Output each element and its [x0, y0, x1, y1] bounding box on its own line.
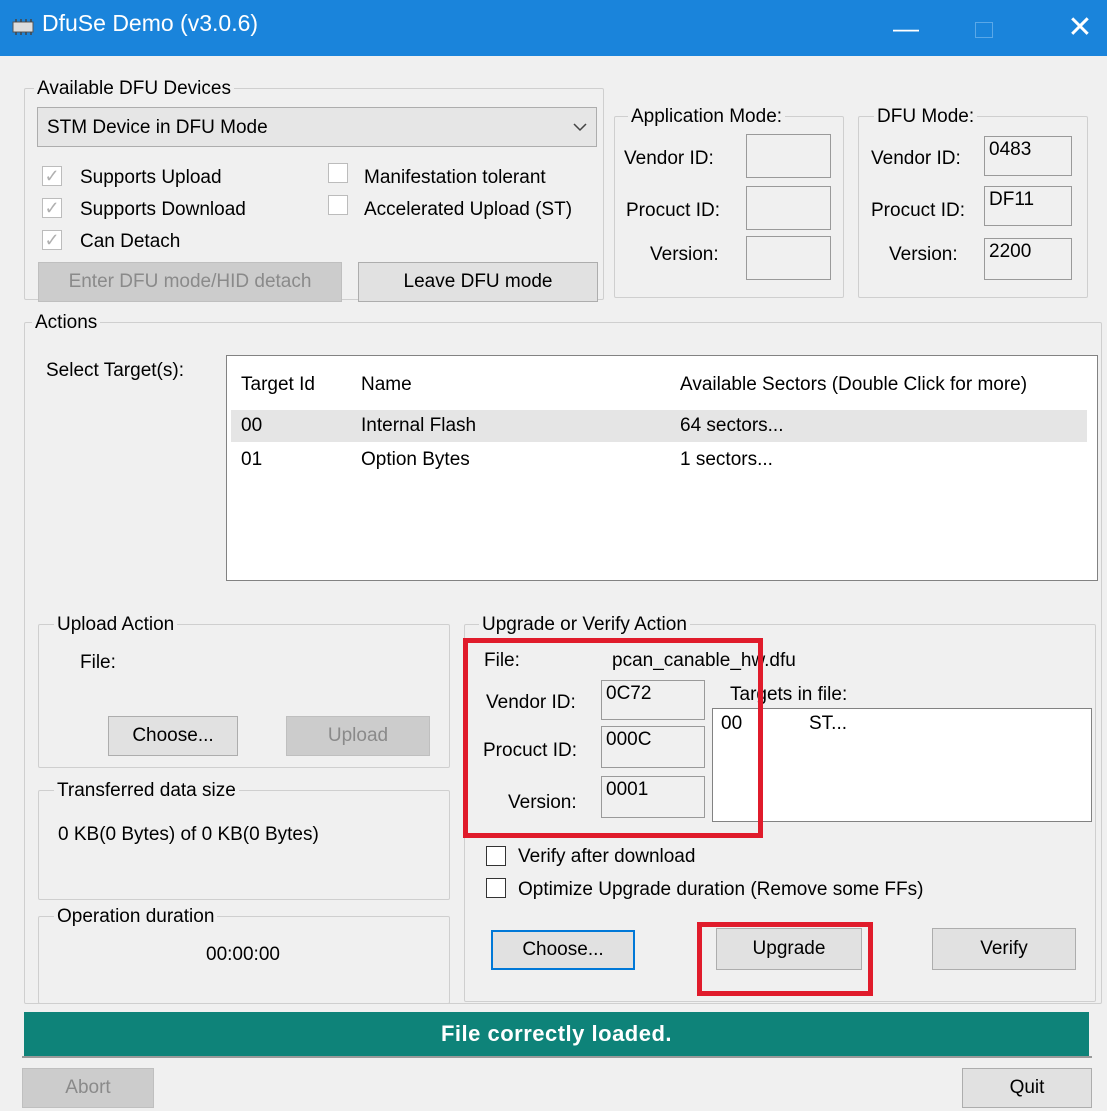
dfu-version-label: Version:	[889, 244, 958, 265]
dfu-product-id-label: Procuct ID:	[871, 200, 965, 221]
app-product-id-label: Procuct ID:	[626, 200, 720, 221]
duration-title: Operation duration	[54, 906, 218, 928]
column-header-name[interactable]: Name	[361, 374, 412, 396]
leave-dfu-mode-button[interactable]: Leave DFU mode	[358, 262, 598, 302]
window-title: DfuSe Demo (v3.0.6)	[42, 10, 259, 36]
table-row[interactable]: 00 Internal Flash 64 sectors...	[231, 410, 1087, 442]
app-product-id-field	[746, 186, 831, 230]
upload-choose-button[interactable]: Choose...	[108, 716, 238, 756]
row-target-id: 00	[241, 415, 263, 436]
upload-action-title: Upload Action	[54, 614, 178, 636]
targets-list[interactable]: Target Id Name Available Sectors (Double…	[226, 355, 1098, 581]
optimize-upgrade-checkbox[interactable]	[486, 878, 506, 898]
row-name: Option Bytes	[361, 449, 470, 470]
upload-button[interactable]: Upload	[286, 716, 430, 756]
minimize-button[interactable]: —	[876, 0, 936, 56]
device-dropdown[interactable]: STM Device in DFU Mode	[37, 107, 597, 147]
targets-in-file-list[interactable]: 00 ST...	[712, 708, 1092, 822]
dfu-vendor-id-field: 0483	[984, 136, 1072, 176]
application-mode-title: Application Mode:	[628, 106, 786, 128]
transferred-title: Transferred data size	[54, 780, 239, 802]
manifestation-tolerant-checkbox	[328, 163, 348, 183]
app-vendor-id-field	[746, 134, 831, 178]
accelerated-upload-checkbox	[328, 195, 348, 215]
divider	[22, 1056, 1092, 1058]
duration-value: 00:00:00	[206, 944, 280, 965]
status-bar: File correctly loaded.	[24, 1012, 1089, 1056]
can-detach-label: Can Detach	[80, 231, 181, 252]
chip-icon	[12, 19, 34, 35]
check-icon: ✓	[44, 230, 60, 250]
app-version-field	[746, 236, 831, 280]
maximize-button[interactable]	[954, 0, 1014, 56]
supports-download-label: Supports Download	[80, 199, 246, 220]
upload-file-label: File:	[80, 652, 116, 673]
upgrade-choose-button[interactable]: Choose...	[491, 930, 635, 970]
column-header-sectors[interactable]: Available Sectors (Double Click for more…	[680, 374, 1027, 396]
verify-button[interactable]: Verify	[932, 928, 1076, 970]
can-detach-checkbox: ✓	[42, 230, 62, 250]
dfu-mode-title: DFU Mode:	[874, 106, 978, 128]
quit-button[interactable]: Quit	[962, 1068, 1092, 1108]
dfu-version-field: 2200	[984, 238, 1072, 280]
supports-upload-checkbox: ✓	[42, 166, 62, 186]
optimize-upgrade-label: Optimize Upgrade duration (Remove some F…	[518, 879, 924, 900]
close-button[interactable]: ✕	[1050, 0, 1107, 56]
abort-button[interactable]: Abort	[22, 1068, 154, 1108]
list-item[interactable]: 00 ST...	[713, 709, 1089, 739]
actions-title: Actions	[32, 312, 101, 334]
upgrade-verify-title: Upgrade or Verify Action	[479, 614, 690, 636]
chevron-down-icon	[573, 123, 587, 132]
dfu-product-id-field: DF11	[984, 186, 1072, 226]
check-icon: ✓	[44, 166, 60, 186]
dfu-devices-title: Available DFU Devices	[34, 78, 234, 100]
transferred-value: 0 KB(0 Bytes) of 0 KB(0 Bytes)	[58, 824, 319, 845]
manifestation-tolerant-label: Manifestation tolerant	[364, 167, 546, 188]
app-version-label: Version:	[650, 244, 719, 265]
enter-dfu-mode-button[interactable]: Enter DFU mode/HID detach	[38, 262, 342, 302]
row-name: Internal Flash	[361, 415, 477, 436]
select-targets-label: Select Target(s):	[46, 360, 184, 381]
supports-download-checkbox: ✓	[42, 198, 62, 218]
title-bar: DfuSe Demo (v3.0.6) — ✕	[0, 0, 1107, 56]
verify-after-download-label: Verify after download	[518, 846, 696, 867]
app-vendor-id-label: Vendor ID:	[624, 148, 714, 169]
column-header-target-id[interactable]: Target Id	[241, 374, 315, 396]
verify-after-download-checkbox[interactable]	[486, 846, 506, 866]
table-row[interactable]: 01 Option Bytes 1 sectors...	[231, 444, 1087, 476]
row-sectors: 1 sectors...	[680, 449, 773, 470]
row-target-id: 01	[241, 449, 263, 470]
device-dropdown-value: STM Device in DFU Mode	[47, 117, 268, 138]
accelerated-upload-label: Accelerated Upload (ST)	[364, 199, 573, 220]
dfu-vendor-id-label: Vendor ID:	[871, 148, 961, 169]
row-sectors: 64 sectors...	[680, 415, 784, 436]
highlight-box-file-info	[463, 638, 763, 838]
check-icon: ✓	[44, 198, 60, 218]
supports-upload-label: Supports Upload	[80, 167, 222, 188]
target-file-name: ST...	[809, 713, 848, 734]
maximize-icon	[975, 22, 993, 39]
highlight-box-upgrade	[697, 922, 873, 996]
